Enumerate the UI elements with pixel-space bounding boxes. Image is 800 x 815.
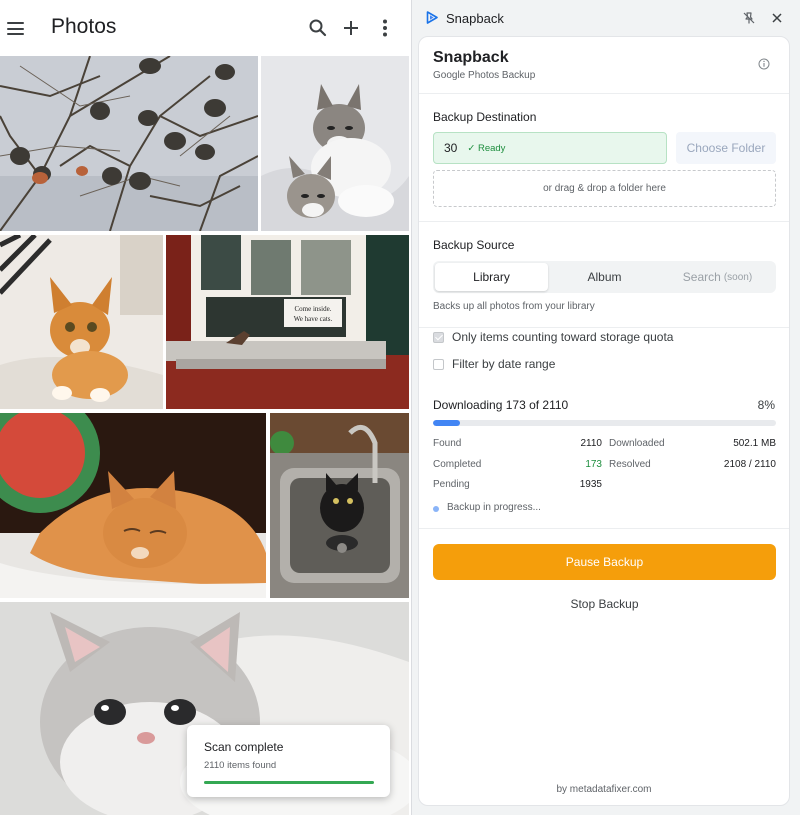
snapback-card: Snapback Google Photos Backup Backup Des… [418, 36, 790, 806]
stat-completed-label: Completed [433, 459, 482, 470]
photo-window-bird[interactable]: Come inside. We have cats. [166, 235, 409, 409]
stat-resolved-label: Resolved [609, 459, 651, 470]
photo-orange-kitten-bed[interactable] [0, 235, 163, 409]
stat-downloaded-value: 502.1 MB [733, 438, 776, 449]
source-description: Backs up all photos from your library [433, 301, 595, 312]
page-title: Photos [51, 15, 117, 38]
menu-icon[interactable] [7, 22, 24, 35]
download-progress-fill [433, 420, 461, 426]
photos-app: Photos Come inside. We have cats. Scan c… [0, 0, 411, 815]
backup-status-text: Backup in progress... [447, 502, 541, 513]
close-icon[interactable] [770, 11, 784, 25]
quota-option-label: Only items counting toward storage quota [452, 330, 674, 344]
app-subtitle: Google Photos Backup [433, 70, 536, 81]
date-filter-option-label: Filter by date range [452, 357, 556, 371]
tab-album-label: Album [587, 270, 622, 284]
download-progress-track [433, 420, 776, 426]
info-icon[interactable] [758, 58, 770, 70]
folder-drop-zone[interactable]: or drag & drop a folder here [433, 170, 776, 207]
photo-birds-in-tree[interactable] [0, 56, 258, 231]
divider [419, 93, 789, 94]
pause-backup-button[interactable]: Pause Backup [433, 544, 776, 580]
toast-progress-track [204, 781, 374, 784]
photo-kitten-in-sink[interactable] [270, 413, 409, 598]
photo-sign-line2: We have cats. [294, 315, 333, 323]
destination-ready-status: ✓ Ready [467, 142, 506, 154]
divider [419, 221, 789, 222]
photos-header: Photos [0, 0, 411, 56]
photo-two-kittens[interactable] [261, 56, 409, 231]
divider [419, 327, 789, 328]
download-progress-title: Downloading 173 of 2110 [433, 398, 569, 412]
stat-found-value: 2110 [580, 438, 602, 449]
stat-completed-value: 173 [585, 459, 602, 470]
date-filter-checkbox[interactable] [433, 358, 444, 370]
photo-orange-cat-sleeping[interactable] [0, 413, 266, 598]
date-filter-option[interactable]: Filter by date range [433, 357, 555, 371]
destination-field[interactable]: 30 ✓ Ready [433, 132, 667, 164]
tab-library[interactable]: Library [435, 263, 548, 291]
status-indicator-dot [433, 506, 439, 512]
quota-option[interactable]: Only items counting toward storage quota [433, 330, 673, 344]
scan-complete-toast: Scan complete 2110 items found [187, 725, 390, 797]
tab-album[interactable]: Album [548, 263, 661, 291]
stat-downloaded-label: Downloaded [609, 438, 665, 449]
snapback-side-panel: Snapback Snapback Google Photos Backup B… [411, 0, 800, 815]
footer-credit[interactable]: by metadatafixer.com [419, 784, 789, 795]
app-title: Snapback [433, 49, 509, 66]
unpin-icon[interactable] [742, 11, 756, 25]
toast-subtitle: 2110 items found [204, 760, 277, 771]
add-icon[interactable] [339, 16, 363, 40]
choose-folder-button[interactable]: Choose Folder [676, 132, 776, 164]
search-icon[interactable] [306, 16, 330, 40]
stat-pending-label: Pending [433, 479, 470, 490]
photo-sign-line1: Come inside. [295, 305, 332, 313]
panel-titlebar: Snapback [412, 0, 800, 36]
stat-found-label: Found [433, 438, 462, 449]
quota-checkbox[interactable] [433, 331, 444, 343]
tab-search: Search (soon) [661, 263, 774, 291]
download-progress-percent: 8% [757, 398, 775, 412]
destination-label: Backup Destination [433, 110, 537, 124]
tab-search-label: Search [682, 270, 721, 284]
panel-window-title: Snapback [446, 11, 504, 26]
more-vert-icon[interactable] [373, 16, 397, 40]
tab-library-label: Library [473, 270, 510, 284]
destination-value: 30 [444, 141, 458, 155]
toast-title: Scan complete [204, 740, 284, 754]
source-label: Backup Source [433, 238, 515, 252]
stop-backup-button[interactable]: Stop Backup [433, 592, 776, 616]
divider [419, 528, 789, 529]
toast-progress-fill [204, 781, 374, 784]
stat-resolved-value: 2108 / 2110 [723, 459, 776, 470]
tab-search-soon-badge: (soon) [723, 271, 753, 283]
source-segmented-control: Library Album Search (soon) [433, 261, 776, 293]
snapback-logo-icon [426, 11, 438, 24]
stat-pending-value: 1935 [579, 479, 602, 490]
